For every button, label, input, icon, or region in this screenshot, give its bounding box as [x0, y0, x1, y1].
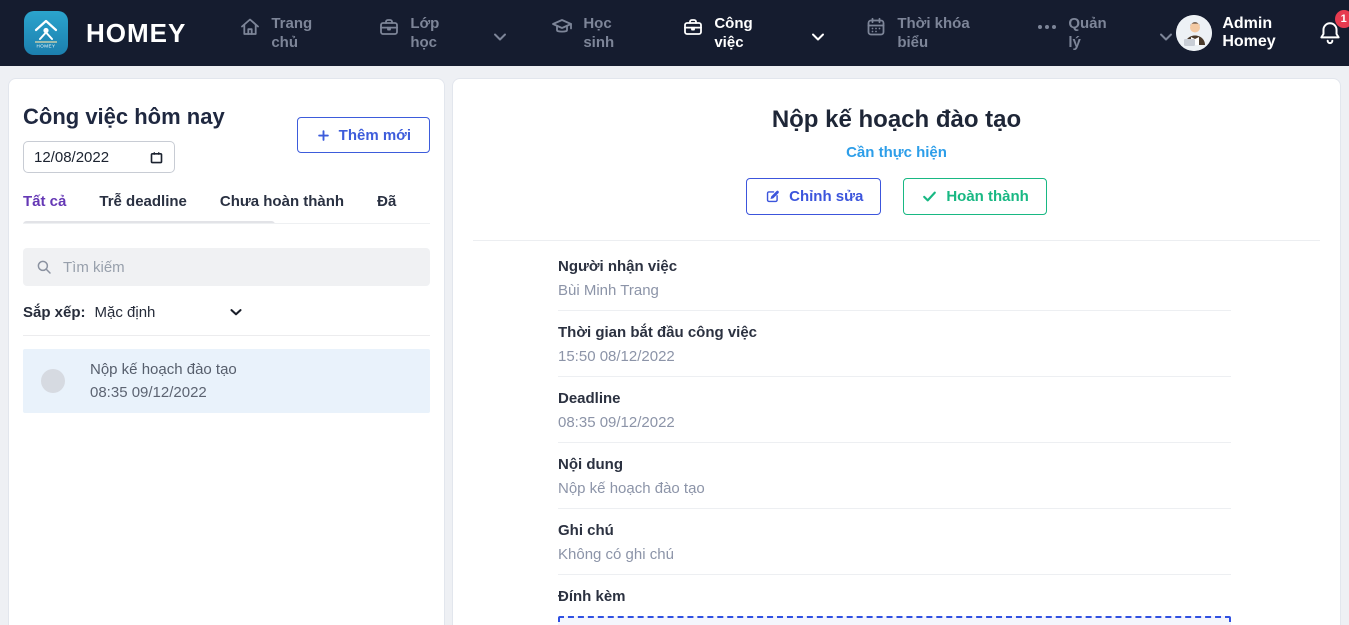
date-input[interactable]: 12/08/2022 [23, 141, 175, 173]
task-item-title: Nộp kế hoạch đào tạo [90, 361, 237, 378]
sort-label: Sắp xếp: [23, 304, 86, 321]
edit-pencil-icon [764, 188, 781, 205]
task-status-link[interactable]: Cần thực hiện [453, 144, 1340, 161]
home-icon [238, 15, 262, 39]
field-value: 15:50 08/12/2022 [558, 347, 1231, 366]
field-label: Ghi chú [558, 521, 1231, 540]
notification-count-badge: 1 [1335, 10, 1349, 28]
check-icon [921, 188, 938, 205]
nav-item-label: Quản lý [1068, 14, 1116, 53]
tab-chua-hoan-thanh[interactable]: Chưa hoàn thành [220, 193, 344, 210]
calendar-icon [864, 15, 888, 39]
nav-menu: Trang chủ Lớp học Học sinh [238, 14, 1176, 53]
chevron-down-icon[interactable] [490, 27, 510, 47]
sort-row: Sắp xếp: Mặc định [23, 303, 430, 321]
search-input[interactable] [63, 259, 418, 276]
task-detail-panel: Nộp kế hoạch đào tạo Cần thực hiện Chỉnh… [452, 78, 1341, 625]
nav-item-label: Học sinh [583, 14, 627, 53]
plus-icon [316, 128, 331, 143]
complete-task-label: Hoàn thành [946, 188, 1029, 205]
briefcase-icon [681, 15, 705, 39]
calendar-picker-icon[interactable] [149, 150, 164, 165]
field-noi-dung: Nội dung Nộp kế hoạch đào tạo [558, 443, 1231, 509]
date-value: 12/08/2022 [34, 149, 109, 166]
field-value: Bùi Minh Trang [558, 281, 1231, 300]
task-detail-fields: Người nhận việc Bùi Minh Trang Thời gian… [558, 245, 1231, 625]
tab-tre-deadline[interactable]: Trễ deadline [99, 193, 187, 210]
add-task-button[interactable]: Thêm mới [297, 117, 430, 153]
nav-item-lop-hoc[interactable]: Lớp học [377, 14, 450, 53]
task-detail-title: Nộp kế hoạch đào tạo [453, 105, 1340, 135]
nav-item-label: Trang chủ [271, 14, 323, 53]
user-name[interactable]: Admin Homey [1222, 15, 1277, 51]
chevron-down-icon[interactable] [1156, 27, 1176, 47]
field-label: Người nhận việc [558, 257, 1231, 276]
task-list-panel: Công việc hôm nay 12/08/2022 Thêm mới Tấ… [8, 78, 445, 625]
field-value: 08:35 09/12/2022 [558, 413, 1231, 432]
nav-item-quan-ly[interactable]: Quản lý [1035, 14, 1116, 53]
graduation-cap-icon [550, 15, 574, 39]
task-complete-toggle[interactable] [41, 369, 65, 393]
field-label: Nội dung [558, 455, 1231, 474]
field-thoi-gian-bat-dau: Thời gian bắt đầu công việc 15:50 08/12/… [558, 311, 1231, 377]
divider [473, 240, 1320, 241]
top-navbar: HOMEY HOMEY Trang chủ Lớp học [0, 0, 1349, 66]
field-deadline: Deadline 08:35 09/12/2022 [558, 377, 1231, 443]
nav-item-trang-chu[interactable]: Trang chủ [238, 14, 323, 53]
svg-text:HOMEY: HOMEY [36, 44, 55, 49]
edit-task-label: Chỉnh sửa [789, 188, 863, 205]
navbar-user-area: Admin Homey 1 [1176, 15, 1343, 51]
edit-task-button[interactable]: Chỉnh sửa [746, 178, 881, 215]
task-search [23, 248, 430, 286]
sort-select[interactable]: Mặc định [95, 304, 156, 321]
homey-academy-logo-icon[interactable]: HOMEY [24, 11, 68, 55]
field-value: Nộp kế hoạch đào tạo [558, 479, 1231, 498]
task-item-deadline: 08:35 09/12/2022 [90, 384, 237, 401]
tab-tat-ca[interactable]: Tất cả [23, 193, 66, 210]
nav-item-label: Lớp học [410, 14, 450, 53]
field-label: Thời gian bắt đầu công việc [558, 323, 1231, 342]
brand-title: HOMEY [86, 18, 186, 49]
tab-da-hoan-thanh[interactable]: Đã [377, 193, 396, 210]
field-value: Không có ghi chú [558, 545, 1231, 564]
nav-item-label: Thời khóa biểu [897, 14, 981, 53]
chevron-down-icon[interactable] [808, 27, 828, 47]
ellipsis-icon [1035, 15, 1059, 39]
field-ghi-chu: Ghi chú Không có ghi chú [558, 509, 1231, 575]
nav-item-cong-viec[interactable]: Công việc [681, 14, 766, 53]
complete-task-button[interactable]: Hoàn thành [903, 178, 1047, 215]
nav-item-hoc-sinh[interactable]: Học sinh [550, 14, 627, 53]
attachment-dropzone[interactable]: Không có file đính kèm công việc [558, 616, 1231, 625]
field-dinh-kem: Đính kèm Không có file đính kèm công việ… [558, 575, 1231, 625]
field-nguoi-nhan-viec: Người nhận việc Bùi Minh Trang [558, 245, 1231, 311]
tabs-scrollbar-thumb[interactable] [23, 221, 275, 224]
divider [23, 335, 430, 336]
task-filter-tabs: Tất cả Trễ deadline Chưa hoàn thành Đã [23, 193, 430, 224]
chevron-down-icon[interactable] [227, 303, 245, 321]
nav-item-label: Công việc [714, 14, 766, 53]
field-label: Deadline [558, 389, 1231, 408]
avatar[interactable] [1176, 15, 1212, 51]
attachment-label: Đính kèm [558, 587, 1231, 606]
search-icon [35, 258, 53, 276]
notification-bell-icon[interactable]: 1 [1316, 17, 1344, 49]
sidebar-title: Công việc hôm nay [23, 103, 225, 131]
briefcase-icon [377, 15, 401, 39]
task-list-item[interactable]: Nộp kế hoạch đào tạo 08:35 09/12/2022 [23, 349, 430, 413]
nav-item-thoi-khoa-bieu[interactable]: Thời khóa biểu [864, 14, 981, 53]
add-task-label: Thêm mới [339, 127, 411, 144]
